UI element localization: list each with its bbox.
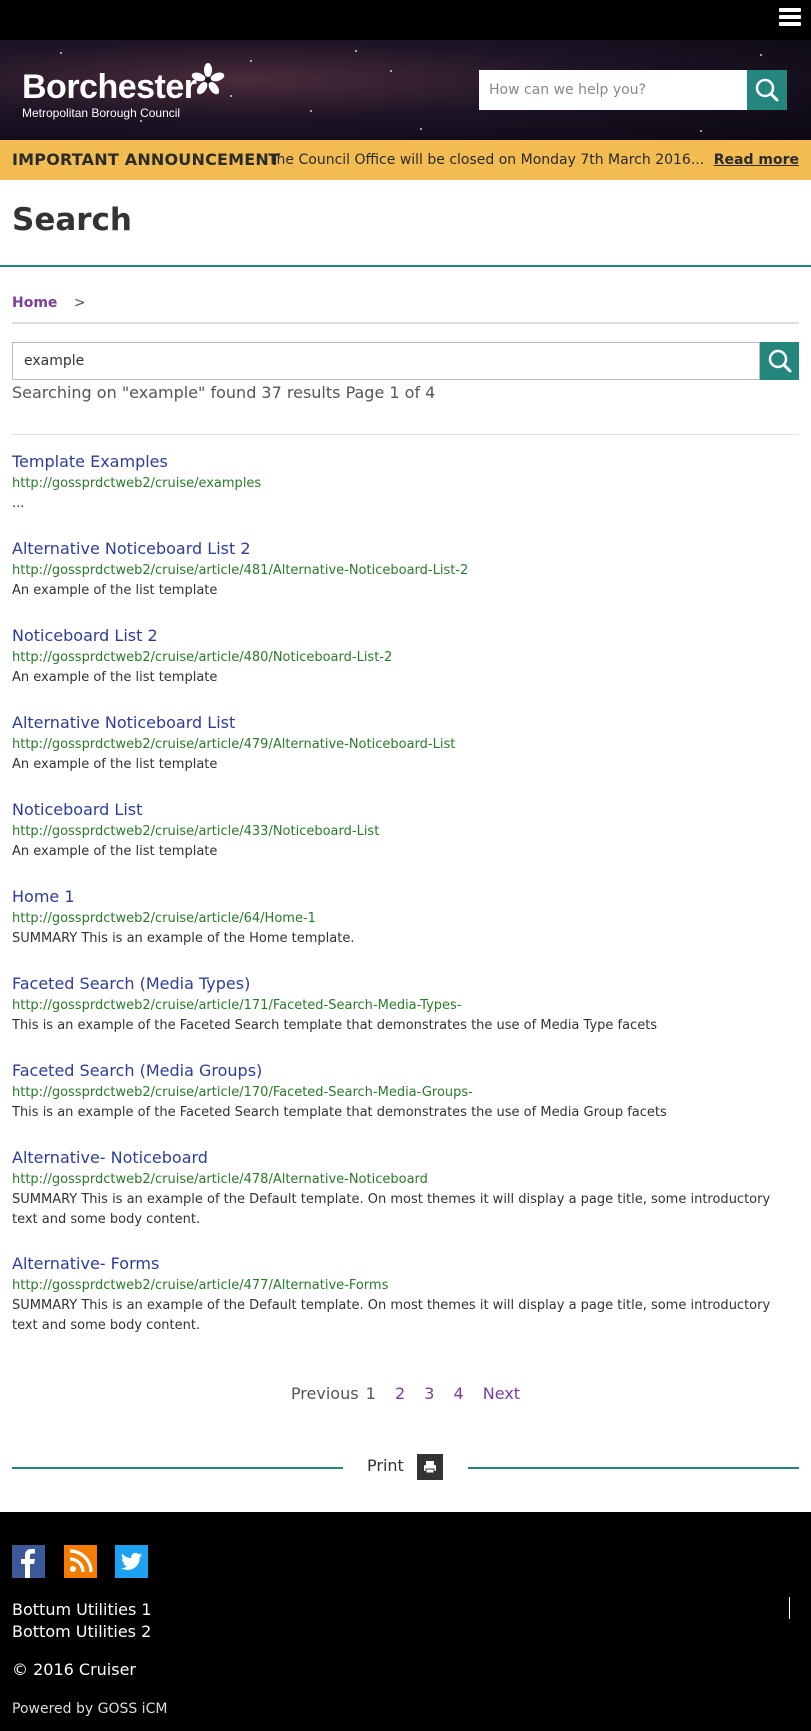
- menu-icon[interactable]: [779, 8, 801, 30]
- result-description: An example of the list template: [12, 583, 218, 598]
- result-title[interactable]: Alternative- Noticeboard: [12, 1148, 799, 1168]
- result-description: SUMMARY This is an example of the Home t…: [12, 931, 355, 946]
- rss-glyph: [69, 1549, 93, 1573]
- result-description: This is an example of the Faceted Search…: [12, 1018, 658, 1033]
- result-url[interactable]: http://gossprdctweb2/cruise/article/170/…: [12, 1083, 799, 1103]
- facebook-icon[interactable]: [12, 1545, 45, 1578]
- breadcrumb-divider: [12, 322, 799, 324]
- result-url[interactable]: http://gossprdctweb2/cruise/article/479/…: [12, 735, 799, 755]
- result-item: Faceted Search (Media Types) http://goss…: [12, 974, 799, 1036]
- pagination-page-3[interactable]: 3: [424, 1384, 434, 1403]
- print-label: Print: [367, 1456, 404, 1475]
- footer-utilities-2[interactable]: Bottom Utilities 2: [12, 1622, 151, 1641]
- search-icon: [768, 349, 792, 373]
- print-button[interactable]: [417, 1454, 443, 1480]
- result-item: Alternative Noticeboard List 2 http://go…: [12, 539, 799, 601]
- search-form: [12, 342, 799, 380]
- powered-by-link[interactable]: Powered by GOSS iCM: [12, 1701, 167, 1717]
- site-footer: Bottum Utilities 1 Bottom Utilities 2 © …: [0, 1512, 811, 1731]
- pagination-page-2[interactable]: 2: [395, 1384, 405, 1403]
- result-url[interactable]: http://gossprdctweb2/cruise/article/481/…: [12, 561, 799, 581]
- breadcrumb-separator: >: [73, 295, 86, 311]
- result-url[interactable]: http://gossprdctweb2/cruise/article/480/…: [12, 648, 799, 668]
- announcement-bar: IMPORTANT ANNOUNCEMENT The Council Offic…: [0, 140, 811, 180]
- menu-icon-line: [779, 15, 801, 19]
- title-divider: [0, 265, 811, 267]
- site-header: Borchester Metropolitan Borough Council: [0, 40, 811, 140]
- printer-icon: [424, 1461, 436, 1474]
- footer-utilities-1[interactable]: Bottum Utilities 1: [12, 1600, 152, 1619]
- result-description: An example of the list template: [12, 670, 218, 685]
- result-item: Faceted Search (Media Groups) http://gos…: [12, 1061, 799, 1123]
- result-description: An example of the list template: [12, 844, 218, 859]
- header-search-input[interactable]: [479, 70, 747, 110]
- result-description: SUMMARY This is an example of the Defaul…: [12, 1192, 771, 1227]
- result-title[interactable]: Faceted Search (Media Groups): [12, 1061, 799, 1081]
- announcement-label: IMPORTANT ANNOUNCEMENT: [12, 150, 281, 169]
- pagination-next[interactable]: Next: [483, 1384, 520, 1403]
- results-divider: [12, 434, 799, 435]
- footer-divider: [789, 1597, 790, 1619]
- search-button[interactable]: [760, 342, 799, 380]
- result-title[interactable]: Template Examples: [12, 452, 799, 472]
- facebook-glyph: [21, 1549, 35, 1578]
- result-url[interactable]: http://gossprdctweb2/cruise/article/477/…: [12, 1276, 799, 1296]
- header-search: [479, 70, 787, 110]
- breadcrumb-home[interactable]: Home: [12, 295, 57, 311]
- result-item: Home 1 http://gossprdctweb2/cruise/artic…: [12, 887, 799, 949]
- site-logo[interactable]: Borchester Metropolitan Borough Council: [22, 63, 225, 120]
- menu-icon-line: [779, 22, 801, 26]
- result-description: An example of the list template: [12, 757, 218, 772]
- result-description: ...: [12, 496, 25, 511]
- result-url[interactable]: http://gossprdctweb2/cruise/article/478/…: [12, 1170, 799, 1190]
- result-url[interactable]: http://gossprdctweb2/cruise/article/64/H…: [12, 909, 799, 929]
- result-title[interactable]: Alternative Noticeboard List: [12, 713, 799, 733]
- pagination-previous: Previous: [290, 1384, 359, 1403]
- pagination-page-4[interactable]: 4: [454, 1384, 464, 1403]
- result-item: Alternative- Forms http://gossprdctweb2/…: [12, 1254, 799, 1336]
- result-item: Template Examples http://gossprdctweb2/c…: [12, 452, 799, 514]
- logo-subtitle: Metropolitan Borough Council: [22, 106, 181, 120]
- copyright: © 2016 Cruiser: [12, 1660, 136, 1679]
- twitter-glyph: [121, 1552, 142, 1570]
- print-divider-left: [12, 1467, 343, 1469]
- twitter-icon[interactable]: [115, 1545, 148, 1578]
- result-title[interactable]: Alternative Noticeboard List 2: [12, 539, 799, 559]
- search-result-summary: Searching on "example" found 37 results …: [12, 383, 436, 402]
- result-url[interactable]: http://gossprdctweb2/cruise/article/433/…: [12, 822, 799, 842]
- page-title: Search: [12, 202, 133, 238]
- flower-icon: [191, 63, 225, 95]
- result-item: Alternative- Noticeboard http://gossprdc…: [12, 1148, 799, 1230]
- announcement-message: The Council Office will be closed on Mon…: [268, 152, 705, 168]
- print-divider-right: [468, 1467, 799, 1469]
- read-more-link[interactable]: Read more: [714, 152, 799, 168]
- search-input[interactable]: [12, 342, 760, 380]
- pagination: Previous 1 2 3 4 Next: [0, 1384, 811, 1403]
- pagination-current: 1: [365, 1384, 376, 1403]
- result-description: This is an example of the Faceted Search…: [12, 1105, 667, 1120]
- menu-icon-line: [779, 8, 801, 12]
- result-title[interactable]: Alternative- Forms: [12, 1254, 799, 1274]
- result-title[interactable]: Faceted Search (Media Types): [12, 974, 799, 994]
- result-title[interactable]: Noticeboard List 2: [12, 626, 799, 646]
- header-search-button[interactable]: [747, 70, 787, 110]
- result-url[interactable]: http://gossprdctweb2/cruise/examples: [12, 474, 799, 494]
- result-description: SUMMARY This is an example of the Defaul…: [12, 1298, 771, 1333]
- rss-icon[interactable]: [64, 1545, 97, 1578]
- result-item: Noticeboard List 2 http://gossprdctweb2/…: [12, 626, 799, 688]
- result-item: Alternative Noticeboard List http://goss…: [12, 713, 799, 775]
- result-item: Noticeboard List http://gossprdctweb2/cr…: [12, 800, 799, 862]
- breadcrumb: Home >: [12, 295, 86, 311]
- result-title[interactable]: Noticeboard List: [12, 800, 799, 820]
- logo-name: Borchester: [22, 68, 197, 106]
- top-bar: [0, 0, 811, 40]
- result-url[interactable]: http://gossprdctweb2/cruise/article/171/…: [12, 996, 799, 1016]
- result-title[interactable]: Home 1: [12, 887, 799, 907]
- search-icon: [755, 78, 779, 102]
